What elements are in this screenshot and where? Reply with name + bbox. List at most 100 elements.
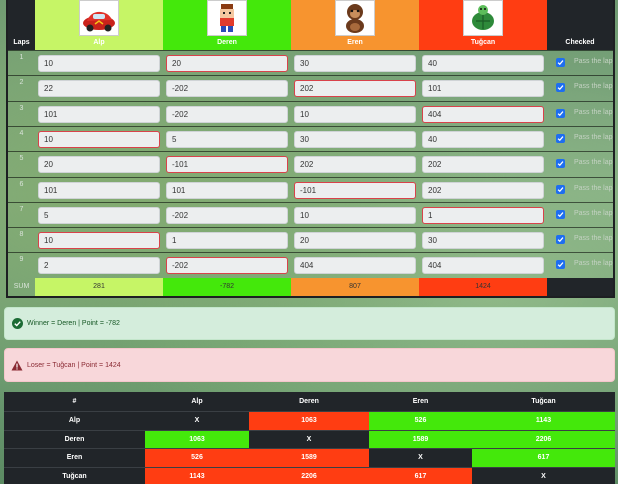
score-input[interactable]: 30 [294,55,416,72]
matrix-cell: X [145,412,249,430]
lap-number: 3 [19,104,24,112]
matrix-cell: 2206 [472,430,615,448]
lap-checkbox[interactable] [556,83,565,93]
score-input[interactable]: 20 [166,55,288,72]
lap-checkbox[interactable] [556,184,565,194]
lap-checkbox[interactable] [556,133,565,143]
score-input[interactable]: -202 [166,206,288,224]
score-input[interactable]: 10 [38,55,160,72]
lap-checkbox[interactable] [556,159,565,169]
score-input[interactable]: 101 [38,181,160,199]
lap-number: 9 [19,256,24,264]
lap-checkbox[interactable] [556,209,565,219]
score-input[interactable]: 30 [294,130,416,148]
score-input[interactable]: 10 [294,206,416,224]
score-input[interactable]: 5 [38,206,160,224]
matrix-row-label: Tuğcan [62,472,87,480]
matrix-header-row: # Alp Deren Eren Tuğcan [4,392,615,411]
player-header-alp: Alp [35,0,163,50]
matrix-row: Tuğcan 1143 2206 617 X [4,466,615,484]
lap-checkbox[interactable] [556,260,565,270]
lap-row: 5 20 -101 202 202 Pass the lap [8,151,613,176]
score-input[interactable]: -101 [294,181,416,199]
score-input[interactable]: 40 [422,55,544,72]
score-input[interactable]: 404 [294,257,416,275]
score-input[interactable]: 10 [38,130,160,148]
score-input[interactable]: -202 [166,80,288,98]
matrix-cell: X [472,467,615,484]
sum-value-deren: -782 [163,278,291,296]
lap-checkbox[interactable] [556,108,565,118]
score-input[interactable]: -202 [166,257,288,275]
check-circle-icon [11,318,23,330]
score-input[interactable]: 30 [422,232,544,250]
score-input[interactable]: 202 [294,156,416,174]
matrix-cell: 1063 [249,412,369,430]
matrix-row-label: Alp [68,417,81,425]
lap-number: 7 [19,205,24,213]
lap-row: 4 10 5 30 40 Pass the lap [8,125,613,151]
score-input[interactable]: 202 [422,156,544,174]
score-input[interactable]: 40 [422,130,544,148]
lap-number: 5 [19,155,24,163]
pass-the-lap-button[interactable]: Pass the lap [574,235,613,242]
score-input[interactable]: 22 [38,80,160,98]
player-name: Eren [347,39,363,46]
sum-value-alp: 281 [35,278,163,296]
score-input[interactable]: 1 [422,206,544,224]
matrix-cell: 1143 [472,412,615,430]
matrix-row-label: Deren [64,435,85,443]
pass-the-lap-button[interactable]: Pass the lap [574,260,613,267]
score-input[interactable]: 101 [422,80,544,98]
player-header-deren: Deren [163,0,291,50]
lap-row: 8 10 1 20 30 Pass the lap [8,227,613,252]
score-input[interactable]: -101 [166,156,288,174]
pass-the-lap-button[interactable]: Pass the lap [574,185,613,192]
player-name: Deren [217,39,237,46]
matrix-cell: 526 [369,412,472,430]
score-input[interactable]: 202 [422,181,544,199]
lap-checkbox[interactable] [556,58,565,67]
pass-the-lap-button[interactable]: Pass the lap [574,109,613,116]
matrix-header-cell: Tuğcan [531,398,556,405]
lap-row: 6 101 101 -101 202 Pass the lap [8,176,613,202]
player-header-tuğcan: Tuğcan [419,0,547,50]
score-input[interactable]: 2 [38,257,160,275]
lap-number: 2 [19,79,24,87]
matrix-row: Eren 526 1589 X 617 [4,448,615,467]
warning-triangle-icon [11,359,23,371]
lap-row: 9 2 -202 404 404 Pass the lap [8,252,613,277]
green-turtle-icon [463,0,503,36]
score-input[interactable]: 5 [166,130,288,148]
loser-alert: Loser = Tuğcan | Point = 1424 [4,348,615,382]
score-input[interactable]: 202 [294,80,416,98]
matrix-cell: 2206 [249,467,369,484]
score-input[interactable]: -202 [166,105,288,123]
checked-header-cell: Checked [547,0,613,50]
score-input[interactable]: 20 [38,156,160,174]
pass-the-lap-button[interactable]: Pass the lap [574,159,613,166]
pass-the-lap-button[interactable]: Pass the lap [574,134,613,141]
matrix-cell: 526 [145,449,249,467]
score-input[interactable]: 101 [38,105,160,123]
laps-table: Laps Alp Deren Eren Tuğcan Checked 1 10 20 30 40 Pa… [6,0,615,298]
score-input[interactable]: 404 [422,257,544,275]
sum-value-tuğcan: 1424 [419,278,547,296]
laps-header-label: Laps [13,39,30,46]
score-input[interactable]: 20 [294,232,416,250]
checked-header-label: Checked [565,39,595,46]
matrix-header-cell: Deren [299,398,319,405]
lap-row: 3 101 -202 10 404 Pass the lap [8,100,613,126]
pass-the-lap-button[interactable]: Pass the lap [574,83,613,90]
pass-the-lap-button[interactable]: Pass the lap [574,210,613,217]
matrix-cell: X [369,449,472,467]
lap-checkbox[interactable] [556,235,565,245]
score-input[interactable]: 1 [166,232,288,250]
score-input[interactable]: 10 [38,232,160,250]
pass-the-lap-button[interactable]: Pass the lap [574,58,613,65]
score-input[interactable]: 10 [294,105,416,123]
score-input[interactable]: 404 [422,105,544,123]
score-input[interactable]: 101 [166,181,288,199]
lap-row: 1 10 20 30 40 Pass the lap [8,50,613,75]
lap-number: 6 [19,180,24,188]
